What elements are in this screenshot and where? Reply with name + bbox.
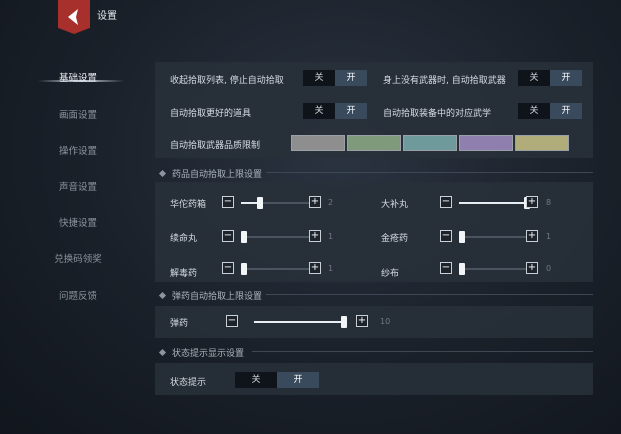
slider-knob[interactable] <box>241 263 247 275</box>
status-hint-toggle[interactable]: 关 开 <box>235 372 319 388</box>
slider-value: 0 <box>546 264 552 273</box>
increase-button[interactable]: + <box>309 262 321 274</box>
status-section-title: 状态提示显示设置 <box>172 349 245 359</box>
toggle-off-option[interactable]: 关 <box>518 103 550 119</box>
increase-button[interactable]: + <box>526 262 538 274</box>
toggle-on-option[interactable]: 开 <box>335 103 367 119</box>
page-title: 设置 <box>97 11 117 22</box>
decrease-button[interactable]: − <box>440 196 452 208</box>
quality-swatch-green[interactable] <box>347 135 401 151</box>
slider-knob[interactable] <box>257 197 263 209</box>
slider-knob[interactable] <box>459 231 465 243</box>
medicine-stepper: − + 1 <box>222 230 350 244</box>
sidebar-item-graphics[interactable]: 画面设置 <box>40 107 116 121</box>
toggle-on-option[interactable]: 开 <box>550 70 582 86</box>
medicine-label: 大补丸 <box>381 200 409 210</box>
sidebar-active-indicator <box>38 80 124 82</box>
slider-fill <box>254 321 344 323</box>
slider-track[interactable] <box>459 197 530 209</box>
increase-button[interactable]: + <box>309 230 321 242</box>
status-section-header: 状态提示显示设置 <box>158 346 245 359</box>
section-divider <box>266 172 593 173</box>
medicine-stepper: − + 1 <box>222 262 350 276</box>
diamond-icon <box>158 291 167 300</box>
diamond-icon <box>158 169 167 178</box>
medicine-section-title: 药品自动拾取上限设置 <box>172 170 263 180</box>
slider-track[interactable] <box>241 231 317 243</box>
increase-button[interactable]: + <box>526 230 538 242</box>
slider-value: 1 <box>328 232 334 241</box>
ammo-section-header: 弹药自动拾取上限设置 <box>158 289 263 302</box>
status-hint-label: 状态提示 <box>170 378 207 388</box>
slider-fill <box>459 202 527 204</box>
slider-value: 2 <box>328 198 334 207</box>
ammo-label: 弹药 <box>170 319 189 329</box>
sidebar-item-sound[interactable]: 声音设置 <box>40 179 116 193</box>
slider-knob[interactable] <box>341 316 347 328</box>
section-divider <box>252 351 593 352</box>
toggle-on-option[interactable]: 开 <box>335 70 367 86</box>
slider-value: 8 <box>546 198 552 207</box>
back-button[interactable] <box>58 0 90 34</box>
decrease-button[interactable]: − <box>440 262 452 274</box>
medicine-stepper: − + 1 <box>440 230 568 244</box>
sidebar-item-controls[interactable]: 操作设置 <box>40 143 116 157</box>
medicine-stepper: − + 0 <box>440 262 568 276</box>
slider-value: 1 <box>328 264 334 273</box>
increase-button[interactable]: + <box>356 315 368 327</box>
weapon-quality-label: 自动拾取武器品质限制 <box>170 141 261 151</box>
section-divider <box>266 294 593 295</box>
decrease-button[interactable]: − <box>226 315 238 327</box>
increase-button[interactable]: + <box>526 196 538 208</box>
auto-pickup-martial-label: 自动拾取装备中的对应武学 <box>383 109 492 119</box>
medicine-label: 续命丸 <box>170 234 198 244</box>
sidebar-item-shortcuts[interactable]: 快捷设置 <box>40 215 116 229</box>
decrease-button[interactable]: − <box>222 230 234 242</box>
toggle-on-option[interactable]: 开 <box>550 103 582 119</box>
slider-knob[interactable] <box>459 263 465 275</box>
quality-swatch-gray[interactable] <box>291 135 345 151</box>
medicine-label: 华佗药箱 <box>170 200 207 210</box>
medicine-section-header: 药品自动拾取上限设置 <box>158 167 263 180</box>
quality-swatch-purple[interactable] <box>459 135 513 151</box>
auto-pickup-weapon-toggle[interactable]: 关 开 <box>518 70 582 86</box>
quality-swatch-cyan[interactable] <box>403 135 457 151</box>
slider-track[interactable] <box>241 197 317 209</box>
decrease-button[interactable]: − <box>440 230 452 242</box>
ammo-section-title: 弹药自动拾取上限设置 <box>172 292 263 302</box>
sidebar-item-redeem-code[interactable]: 兑换码领奖 <box>40 251 116 265</box>
decrease-button[interactable]: − <box>222 196 234 208</box>
medicine-stepper: − + 2 <box>222 196 350 210</box>
toggle-off-option[interactable]: 关 <box>235 372 277 388</box>
quality-swatch-gold[interactable] <box>515 135 569 151</box>
status-panel <box>155 363 593 395</box>
toggle-off-option[interactable]: 关 <box>303 70 335 86</box>
ammo-stepper: − + 10 <box>226 315 396 329</box>
slider-track[interactable] <box>459 263 527 275</box>
auto-pickup-weapon-label: 身上没有武器时, 自动拾取武器 <box>383 76 506 86</box>
slider-value: 10 <box>380 317 391 326</box>
stop-auto-pickup-label: 收起拾取列表, 停止自动拾取 <box>170 76 284 86</box>
decrease-button[interactable]: − <box>222 262 234 274</box>
slider-track[interactable] <box>254 316 347 328</box>
auto-pickup-martial-toggle[interactable]: 关 开 <box>518 103 582 119</box>
auto-pickup-better-label: 自动拾取更好的道具 <box>170 109 252 119</box>
stop-auto-pickup-toggle[interactable]: 关 开 <box>303 70 367 86</box>
sidebar-item-feedback[interactable]: 问题反馈 <box>40 288 116 302</box>
toggle-off-option[interactable]: 关 <box>303 103 335 119</box>
slider-track[interactable] <box>241 263 317 275</box>
medicine-stepper: − + 8 <box>440 196 568 210</box>
toggle-off-option[interactable]: 关 <box>518 70 550 86</box>
increase-button[interactable]: + <box>309 196 321 208</box>
toggle-on-option[interactable]: 开 <box>277 372 319 388</box>
medicine-label: 解毒药 <box>170 269 198 279</box>
slider-value: 1 <box>546 232 552 241</box>
slider-knob[interactable] <box>241 231 247 243</box>
diamond-icon <box>158 348 167 357</box>
medicine-label: 纱布 <box>381 269 400 279</box>
slider-track[interactable] <box>459 231 527 243</box>
back-arrow-icon <box>68 9 78 25</box>
medicine-label: 金疮药 <box>381 234 409 244</box>
auto-pickup-better-toggle[interactable]: 关 开 <box>303 103 367 119</box>
